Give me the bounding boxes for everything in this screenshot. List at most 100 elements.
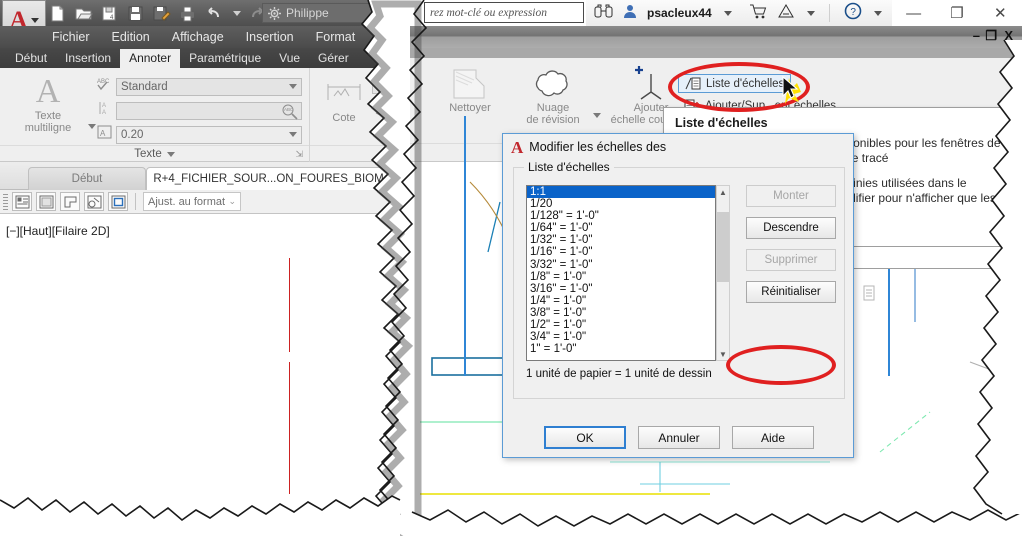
scale-item[interactable]: 1/4" = 1'-0" xyxy=(527,295,715,307)
user-icon[interactable] xyxy=(622,3,638,24)
text-style-icon: ABC xyxy=(96,76,116,97)
viewport-rect-icon[interactable] xyxy=(36,192,56,211)
annuler-button[interactable]: Annuler xyxy=(638,426,720,449)
scroll-up-icon[interactable]: ▲ xyxy=(717,186,729,198)
doctab-drawing[interactable]: R+4_FICHIER_SOUR...ON_FOURES_BIOM xyxy=(146,167,391,190)
menu-item-format[interactable]: Format xyxy=(316,30,356,44)
username-label[interactable]: psacleux44 xyxy=(647,6,712,20)
chevron-down-icon[interactable] xyxy=(166,151,175,157)
scale-item[interactable]: 1/16" = 1'-0" xyxy=(527,246,715,258)
ok-label: OK xyxy=(576,430,594,445)
tab-parametrique[interactable]: Paramétrique xyxy=(180,49,270,68)
saveas-icon[interactable]: 4 xyxy=(100,4,119,23)
dim-style-combo[interactable]: Sta xyxy=(372,76,395,94)
aide-button[interactable]: Aide xyxy=(732,426,814,449)
help-dropdown-icon[interactable] xyxy=(873,10,882,16)
mtext-label-line2: multiligne xyxy=(24,122,72,134)
mtext-button[interactable]: A Texte multiligne xyxy=(10,74,86,135)
scale-listbox[interactable]: 1:1 1/20 1/128" = 1'-0" 1/64" = 1'-0" 1/… xyxy=(526,185,716,361)
page-setup-icon[interactable] xyxy=(12,192,32,211)
document-tab-bar: Début R+4_FICHIER_SOUR...ON_FOURES_BIOM xyxy=(0,162,395,190)
scale-item[interactable]: 1/32" = 1'-0" xyxy=(527,234,715,246)
mtext-dropdown-icon[interactable] xyxy=(88,124,96,129)
scale-item[interactable]: 1/2" = 1'-0" xyxy=(527,319,715,331)
dim-layers-icon[interactable] xyxy=(373,101,395,126)
undo-icon[interactable] xyxy=(204,4,223,23)
revcloud-label-line1: Nuage xyxy=(536,102,570,114)
scale-item[interactable]: 3/8" = 1'-0" xyxy=(527,307,715,319)
ok-button[interactable]: OK xyxy=(544,426,626,449)
viewport-poly-icon[interactable] xyxy=(60,192,80,211)
scale-item[interactable]: 1/128" = 1'-0" xyxy=(527,210,715,222)
window-controls: — ❐ ✕ xyxy=(892,0,1022,26)
binoculars-icon[interactable] xyxy=(594,3,613,24)
restore-button[interactable]: ❐ xyxy=(940,2,974,24)
scale-list-group-label: Liste d'échelles xyxy=(524,160,614,174)
left-drawing-canvas[interactable]: [−][Haut][Filaire 2D] xyxy=(0,214,395,520)
scale-item[interactable]: 1/8" = 1'-0" xyxy=(527,271,715,283)
scale-list-scrollbar[interactable]: ▲ ▼ xyxy=(716,185,730,361)
text-find-field[interactable]: ABC xyxy=(116,101,302,123)
menu-item-fichier[interactable]: Fichier xyxy=(52,30,90,44)
scale-item[interactable]: 1:1 xyxy=(527,186,715,199)
text-height-combo[interactable]: 0.20 xyxy=(116,125,302,144)
scale-item[interactable]: 3/4" = 1'-0" xyxy=(527,331,715,343)
annotative-icon: AA xyxy=(96,100,116,121)
inner-minimize-button[interactable]: – xyxy=(973,28,980,43)
scale-item[interactable]: 1" = 1'-0" xyxy=(527,343,715,355)
save-edit-icon[interactable] xyxy=(152,4,171,23)
menu-item-insertion[interactable]: Insertion xyxy=(246,30,294,44)
scrollbar-thumb[interactable] xyxy=(717,212,729,282)
close-button[interactable]: ✕ xyxy=(983,2,1017,24)
panel-dialog-launcher-icon[interactable]: ⇲ xyxy=(295,149,303,160)
tab-vue[interactable]: Vue xyxy=(270,49,309,68)
menu-item-edition[interactable]: Edition xyxy=(112,30,150,44)
a360-dropdown-icon[interactable] xyxy=(806,10,815,16)
viewport-single-icon[interactable] xyxy=(108,192,128,211)
inner-close-button[interactable]: X xyxy=(1004,28,1013,43)
tab-annoter[interactable]: Annoter xyxy=(120,49,181,68)
text-height-value: 0.20 xyxy=(121,128,144,141)
viewport-clip-icon[interactable] xyxy=(84,192,104,211)
autodesk-a360-icon[interactable] xyxy=(777,3,795,24)
tab-gerer[interactable]: Gérer xyxy=(309,49,358,68)
menu-item-affichage[interactable]: Affichage xyxy=(172,30,224,44)
save-icon[interactable] xyxy=(126,4,145,23)
panel-texte-title: Texte ⇲ xyxy=(0,145,309,162)
tab-debut[interactable]: Début xyxy=(6,49,56,68)
minimize-button[interactable]: — xyxy=(897,2,931,24)
viewport-label[interactable]: [−][Haut][Filaire 2D] xyxy=(6,224,110,238)
cart-icon[interactable] xyxy=(749,3,768,24)
doctab-debut[interactable]: Début xyxy=(28,167,146,190)
reinitialiser-button[interactable]: Réinitialiser xyxy=(746,281,836,303)
plot-icon[interactable] xyxy=(178,4,197,23)
tab-insertion[interactable]: Insertion xyxy=(56,49,120,68)
dialog-title-bar[interactable]: A Modifier les échelles des xyxy=(503,134,853,160)
scale-item[interactable]: 1/64" = 1'-0" xyxy=(527,222,715,234)
descendre-button[interactable]: Descendre xyxy=(746,217,836,239)
text-height-icon: A xyxy=(96,124,116,145)
svg-text:ABC: ABC xyxy=(284,107,294,112)
open-icon[interactable] xyxy=(74,4,93,23)
toolbar-grip[interactable] xyxy=(3,193,8,210)
scroll-down-icon[interactable]: ▼ xyxy=(717,348,729,360)
help-icon[interactable]: ? xyxy=(844,2,862,25)
inner-restore-button[interactable]: ❐ xyxy=(985,28,997,44)
text-style-combo[interactable]: Standard xyxy=(116,77,302,96)
workspace-selector[interactable]: Philippe xyxy=(262,3,382,23)
undo-dropdown-icon[interactable] xyxy=(233,10,241,16)
spellcheck-icon[interactable]: ABC xyxy=(281,103,298,123)
scale-item[interactable]: 3/16" = 1'-0" xyxy=(527,283,715,295)
new-icon[interactable] xyxy=(48,4,67,23)
dim-linear-icon[interactable] xyxy=(373,124,395,147)
scale-item[interactable]: 1/20 xyxy=(527,198,715,210)
revcloud-dropdown-icon[interactable] xyxy=(593,113,601,118)
ribbon-tab-bar: Début Insertion Annoter Paramétrique Vue… xyxy=(0,48,395,68)
cleanup-icon xyxy=(453,69,485,99)
scale-item[interactable]: 3/32" = 1'-0" xyxy=(527,259,715,271)
user-dropdown-icon[interactable] xyxy=(723,10,732,16)
revcloud-button[interactable]: Nuage de révision xyxy=(514,66,592,126)
search-input[interactable]: rez mot-clé ou expression xyxy=(424,2,584,23)
dimension-button[interactable]: Cote xyxy=(316,78,372,124)
viewport-scale-combo[interactable]: Ajust. au format ⌄ xyxy=(143,192,241,211)
